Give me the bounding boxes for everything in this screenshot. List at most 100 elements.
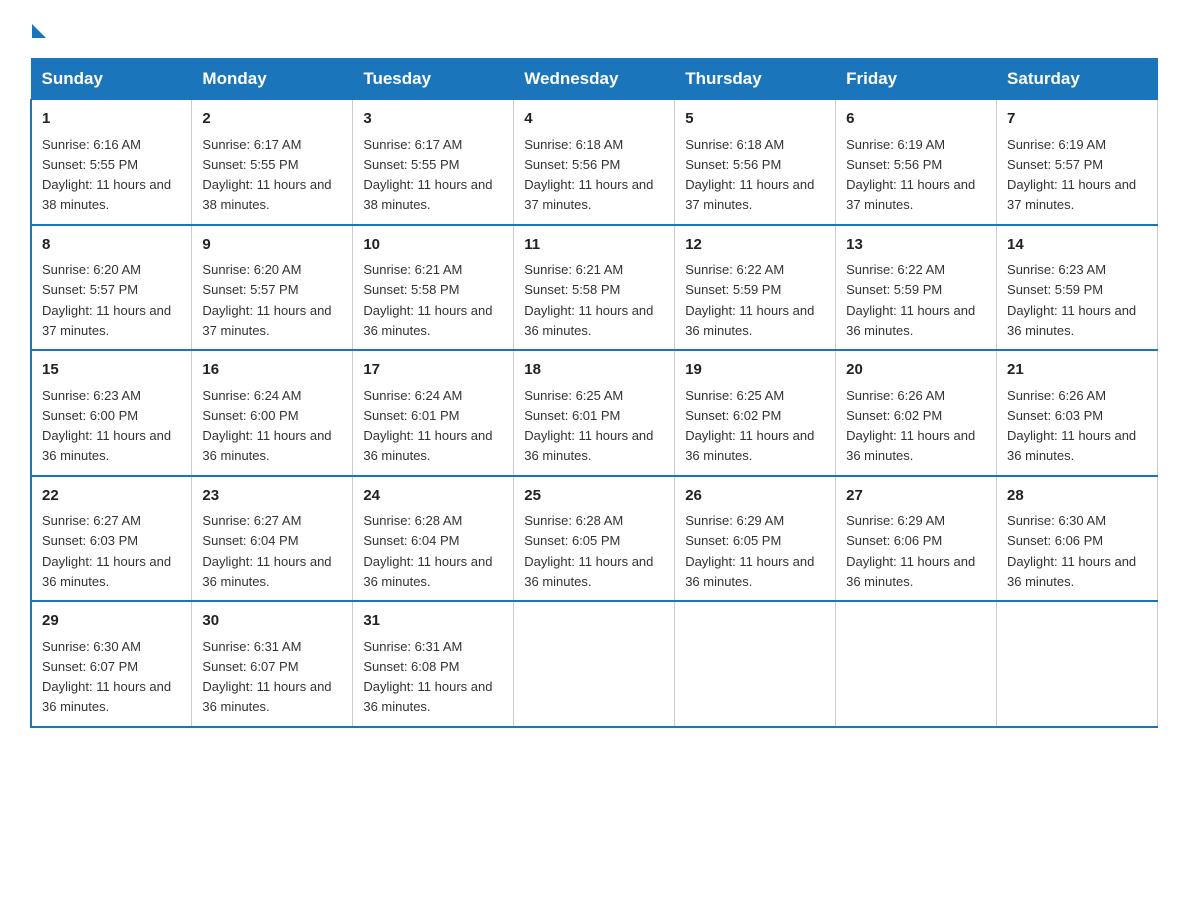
calendar-cell: 28 Sunrise: 6:30 AMSunset: 6:06 PMDayligh…	[997, 476, 1158, 602]
day-number: 18	[524, 359, 664, 382]
calendar-week-row: 1 Sunrise: 6:16 AMSunset: 5:55 PMDaylight…	[31, 100, 1158, 225]
calendar-cell: 18 Sunrise: 6:25 AMSunset: 6:01 PMDayligh…	[514, 350, 675, 476]
day-info: Sunrise: 6:20 AMSunset: 5:57 PMDaylight:…	[42, 262, 171, 338]
day-number: 3	[363, 108, 503, 131]
day-info: Sunrise: 6:30 AMSunset: 6:07 PMDaylight:…	[42, 639, 171, 715]
page-header	[30, 20, 1158, 38]
day-number: 14	[1007, 234, 1147, 257]
calendar-cell: 10 Sunrise: 6:21 AMSunset: 5:58 PMDayligh…	[353, 225, 514, 351]
day-number: 21	[1007, 359, 1147, 382]
day-info: Sunrise: 6:22 AMSunset: 5:59 PMDaylight:…	[846, 262, 975, 338]
day-number: 11	[524, 234, 664, 257]
day-info: Sunrise: 6:22 AMSunset: 5:59 PMDaylight:…	[685, 262, 814, 338]
day-info: Sunrise: 6:17 AMSunset: 5:55 PMDaylight:…	[202, 137, 331, 213]
day-info: Sunrise: 6:17 AMSunset: 5:55 PMDaylight:…	[363, 137, 492, 213]
calendar-cell: 4 Sunrise: 6:18 AMSunset: 5:56 PMDaylight…	[514, 100, 675, 225]
calendar-cell: 2 Sunrise: 6:17 AMSunset: 5:55 PMDaylight…	[192, 100, 353, 225]
calendar-cell: 1 Sunrise: 6:16 AMSunset: 5:55 PMDaylight…	[31, 100, 192, 225]
day-number: 26	[685, 485, 825, 508]
day-number: 10	[363, 234, 503, 257]
calendar-cell: 11 Sunrise: 6:21 AMSunset: 5:58 PMDayligh…	[514, 225, 675, 351]
calendar-header-friday: Friday	[836, 59, 997, 100]
day-info: Sunrise: 6:18 AMSunset: 5:56 PMDaylight:…	[524, 137, 653, 213]
calendar-header-tuesday: Tuesday	[353, 59, 514, 100]
day-info: Sunrise: 6:19 AMSunset: 5:57 PMDaylight:…	[1007, 137, 1136, 213]
calendar-cell: 21 Sunrise: 6:26 AMSunset: 6:03 PMDayligh…	[997, 350, 1158, 476]
day-info: Sunrise: 6:21 AMSunset: 5:58 PMDaylight:…	[524, 262, 653, 338]
calendar-header-monday: Monday	[192, 59, 353, 100]
day-number: 1	[42, 108, 181, 131]
day-info: Sunrise: 6:23 AMSunset: 6:00 PMDaylight:…	[42, 388, 171, 464]
day-info: Sunrise: 6:24 AMSunset: 6:00 PMDaylight:…	[202, 388, 331, 464]
calendar-cell	[514, 601, 675, 727]
day-info: Sunrise: 6:28 AMSunset: 6:04 PMDaylight:…	[363, 513, 492, 589]
day-number: 29	[42, 610, 181, 633]
calendar-cell	[997, 601, 1158, 727]
calendar-cell: 19 Sunrise: 6:25 AMSunset: 6:02 PMDayligh…	[675, 350, 836, 476]
day-number: 30	[202, 610, 342, 633]
day-info: Sunrise: 6:31 AMSunset: 6:08 PMDaylight:…	[363, 639, 492, 715]
day-info: Sunrise: 6:27 AMSunset: 6:03 PMDaylight:…	[42, 513, 171, 589]
day-number: 9	[202, 234, 342, 257]
day-info: Sunrise: 6:21 AMSunset: 5:58 PMDaylight:…	[363, 262, 492, 338]
calendar-cell: 29 Sunrise: 6:30 AMSunset: 6:07 PMDayligh…	[31, 601, 192, 727]
day-info: Sunrise: 6:16 AMSunset: 5:55 PMDaylight:…	[42, 137, 171, 213]
calendar-cell: 14 Sunrise: 6:23 AMSunset: 5:59 PMDayligh…	[997, 225, 1158, 351]
calendar-week-row: 15 Sunrise: 6:23 AMSunset: 6:00 PMDayligh…	[31, 350, 1158, 476]
calendar-cell: 12 Sunrise: 6:22 AMSunset: 5:59 PMDayligh…	[675, 225, 836, 351]
day-number: 4	[524, 108, 664, 131]
calendar-header-saturday: Saturday	[997, 59, 1158, 100]
calendar-cell: 9 Sunrise: 6:20 AMSunset: 5:57 PMDaylight…	[192, 225, 353, 351]
calendar-cell: 23Sunrise: 6:27 AMSunset: 6:04 PMDayligh…	[192, 476, 353, 602]
calendar-cell: 7Sunrise: 6:19 AMSunset: 5:57 PMDaylight…	[997, 100, 1158, 225]
day-info: Sunrise: 6:20 AMSunset: 5:57 PMDaylight:…	[202, 262, 331, 338]
day-number: 13	[846, 234, 986, 257]
day-number: 23	[202, 485, 342, 508]
calendar-cell: 6 Sunrise: 6:19 AMSunset: 5:56 PMDaylight…	[836, 100, 997, 225]
day-info: Sunrise: 6:29 AMSunset: 6:06 PMDaylight:…	[846, 513, 975, 589]
day-info: Sunrise: 6:18 AMSunset: 5:56 PMDaylight:…	[685, 137, 814, 213]
day-number: 27	[846, 485, 986, 508]
day-number: 19	[685, 359, 825, 382]
day-number: 5	[685, 108, 825, 131]
logo-arrow-icon	[32, 24, 46, 38]
calendar-cell: 26 Sunrise: 6:29 AMSunset: 6:05 PMDayligh…	[675, 476, 836, 602]
day-info: Sunrise: 6:26 AMSunset: 6:03 PMDaylight:…	[1007, 388, 1136, 464]
calendar-cell: 24Sunrise: 6:28 AMSunset: 6:04 PMDayligh…	[353, 476, 514, 602]
day-number: 22	[42, 485, 181, 508]
day-number: 8	[42, 234, 181, 257]
calendar-cell: 25 Sunrise: 6:28 AMSunset: 6:05 PMDayligh…	[514, 476, 675, 602]
calendar-cell: 8 Sunrise: 6:20 AMSunset: 5:57 PMDaylight…	[31, 225, 192, 351]
day-info: Sunrise: 6:23 AMSunset: 5:59 PMDaylight:…	[1007, 262, 1136, 338]
calendar-cell	[836, 601, 997, 727]
day-number: 16	[202, 359, 342, 382]
day-number: 2	[202, 108, 342, 131]
day-info: Sunrise: 6:30 AMSunset: 6:06 PMDaylight:…	[1007, 513, 1136, 589]
calendar-cell: 31 Sunrise: 6:31 AMSunset: 6:08 PMDayligh…	[353, 601, 514, 727]
day-number: 28	[1007, 485, 1147, 508]
calendar-cell: 22 Sunrise: 6:27 AMSunset: 6:03 PMDayligh…	[31, 476, 192, 602]
day-number: 15	[42, 359, 181, 382]
day-number: 12	[685, 234, 825, 257]
calendar-cell: 20Sunrise: 6:26 AMSunset: 6:02 PMDayligh…	[836, 350, 997, 476]
calendar-cell: 13 Sunrise: 6:22 AMSunset: 5:59 PMDayligh…	[836, 225, 997, 351]
calendar-cell: 3 Sunrise: 6:17 AMSunset: 5:55 PMDaylight…	[353, 100, 514, 225]
day-info: Sunrise: 6:19 AMSunset: 5:56 PMDaylight:…	[846, 137, 975, 213]
calendar-cell: 15 Sunrise: 6:23 AMSunset: 6:00 PMDayligh…	[31, 350, 192, 476]
day-info: Sunrise: 6:28 AMSunset: 6:05 PMDaylight:…	[524, 513, 653, 589]
day-number: 6	[846, 108, 986, 131]
day-info: Sunrise: 6:25 AMSunset: 6:01 PMDaylight:…	[524, 388, 653, 464]
day-number: 25	[524, 485, 664, 508]
calendar-table: SundayMondayTuesdayWednesdayThursdayFrid…	[30, 58, 1158, 728]
calendar-week-row: 29 Sunrise: 6:30 AMSunset: 6:07 PMDayligh…	[31, 601, 1158, 727]
day-info: Sunrise: 6:29 AMSunset: 6:05 PMDaylight:…	[685, 513, 814, 589]
day-number: 20	[846, 359, 986, 382]
calendar-cell: 17Sunrise: 6:24 AMSunset: 6:01 PMDayligh…	[353, 350, 514, 476]
day-number: 31	[363, 610, 503, 633]
calendar-header-thursday: Thursday	[675, 59, 836, 100]
calendar-header-wednesday: Wednesday	[514, 59, 675, 100]
calendar-header-row: SundayMondayTuesdayWednesdayThursdayFrid…	[31, 59, 1158, 100]
calendar-week-row: 22 Sunrise: 6:27 AMSunset: 6:03 PMDayligh…	[31, 476, 1158, 602]
day-info: Sunrise: 6:25 AMSunset: 6:02 PMDaylight:…	[685, 388, 814, 464]
calendar-week-row: 8 Sunrise: 6:20 AMSunset: 5:57 PMDaylight…	[31, 225, 1158, 351]
